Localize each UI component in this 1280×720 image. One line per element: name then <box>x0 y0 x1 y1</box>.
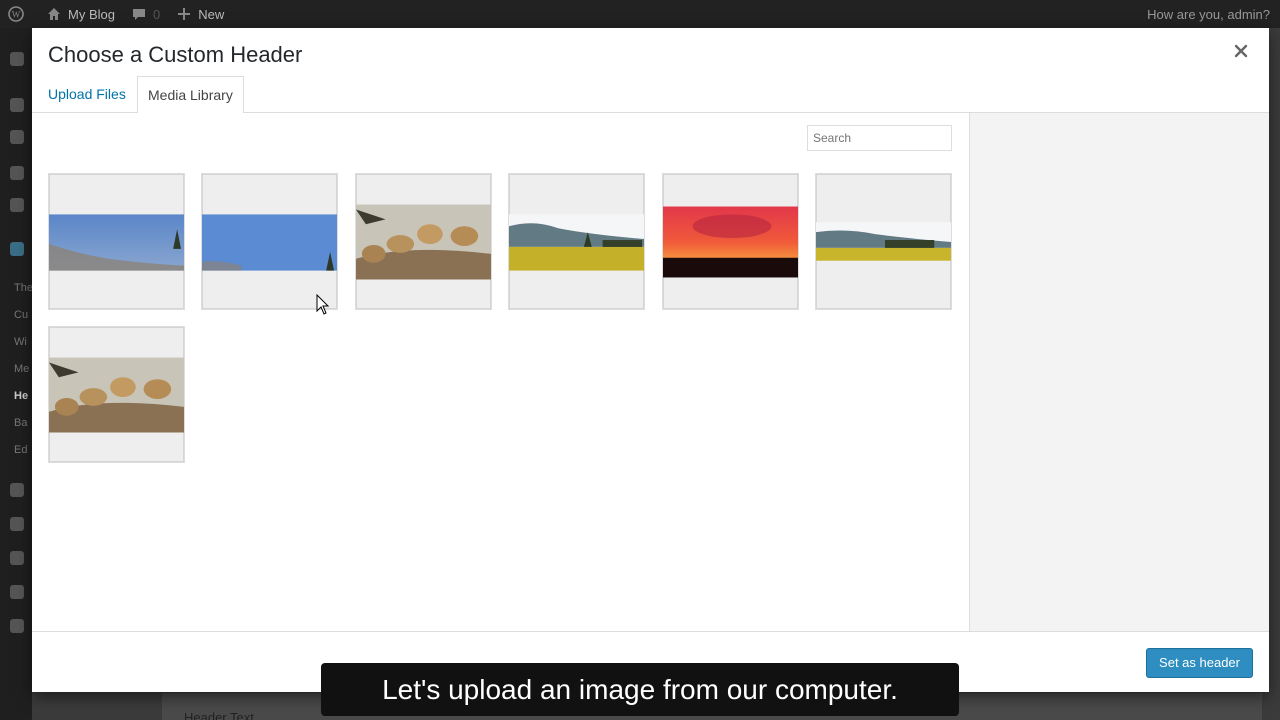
sunset-image <box>663 206 798 278</box>
tools-icon[interactable] <box>10 551 24 565</box>
thumbnail-field-mountains[interactable] <box>508 173 645 310</box>
field-mountains-image <box>509 214 644 271</box>
tab-media-library[interactable]: Media Library <box>137 76 244 114</box>
custom-header-modal: Choose a Custom Header Upload Files Medi… <box>32 28 1269 692</box>
svg-text:W: W <box>12 10 21 20</box>
close-icon <box>1234 44 1248 58</box>
sub-item-background[interactable]: Ba <box>14 417 27 429</box>
account-greeting[interactable]: How are you, admin? <box>1147 0 1270 28</box>
set-as-header-button[interactable]: Set as header <box>1146 648 1253 678</box>
site-name: My Blog <box>68 6 115 22</box>
mouse-cursor-icon <box>316 294 330 315</box>
thumbnail-field-wide[interactable] <box>815 173 952 310</box>
admin-bar: W My Blog 0 New How are you, admin? <box>0 0 1280 28</box>
sub-item-themes[interactable]: The <box>14 282 33 294</box>
sub-item-editor[interactable]: Ed <box>14 444 27 456</box>
sub-item-customize[interactable]: Cu <box>14 309 28 321</box>
dashboard-icon[interactable] <box>10 52 24 66</box>
search-input[interactable] <box>807 125 952 151</box>
tab-upload-files[interactable]: Upload Files <box>38 76 136 113</box>
plugins-icon[interactable] <box>10 483 24 497</box>
pages-icon[interactable] <box>10 166 24 180</box>
lions-image <box>356 204 491 280</box>
video-caption: Let's upload an image from our computer. <box>321 663 959 716</box>
field-wide-image <box>816 222 951 261</box>
site-name-item[interactable]: My Blog <box>38 0 123 28</box>
header-text-label: Header Text <box>184 710 254 720</box>
attachments-browser <box>32 113 969 631</box>
sub-item-header[interactable]: He <box>14 390 28 402</box>
home-icon <box>48 8 60 20</box>
modal-tabs: Upload Files Media Library <box>32 76 1269 114</box>
thumbnail-sunset[interactable] <box>662 173 799 310</box>
wp-logo-item[interactable]: W <box>0 0 38 28</box>
plus-icon <box>178 8 191 20</box>
new-label: New <box>198 6 225 22</box>
admin-menu: The Cu Wi Me He Ba Ed <box>0 28 33 720</box>
thumbnail-blue-sky[interactable] <box>201 173 338 310</box>
thumbnail-blurry-sky[interactable] <box>48 173 185 310</box>
posts-icon[interactable] <box>10 98 24 112</box>
lions-2-image <box>49 357 184 433</box>
comments-count: 0 <box>152 6 161 22</box>
blurry-sky-image <box>49 214 184 271</box>
greeting-text: How are you, admin? <box>1147 6 1270 22</box>
appearance-icon[interactable] <box>10 242 24 256</box>
collapse-icon[interactable] <box>10 619 24 633</box>
media-icon[interactable] <box>10 130 24 144</box>
attachment-details-sidebar <box>969 113 1269 631</box>
close-button[interactable] <box>1231 42 1251 62</box>
modal-title: Choose a Custom Header <box>48 42 303 67</box>
thumbnail-lions[interactable] <box>355 173 492 310</box>
users-icon[interactable] <box>10 517 24 531</box>
new-content-item[interactable]: New <box>168 0 232 28</box>
blue-sky-image <box>202 214 337 271</box>
sub-item-menus[interactable]: Me <box>14 363 29 375</box>
thumbnail-lions-2[interactable] <box>48 326 185 463</box>
settings-icon[interactable] <box>10 585 24 599</box>
comment-bubble-icon <box>132 9 145 20</box>
wordpress-logo-icon: W <box>8 6 24 22</box>
sub-item-widgets[interactable]: Wi <box>14 336 27 348</box>
comments-icon[interactable] <box>10 198 24 212</box>
comments-item[interactable]: 0 <box>123 0 168 28</box>
